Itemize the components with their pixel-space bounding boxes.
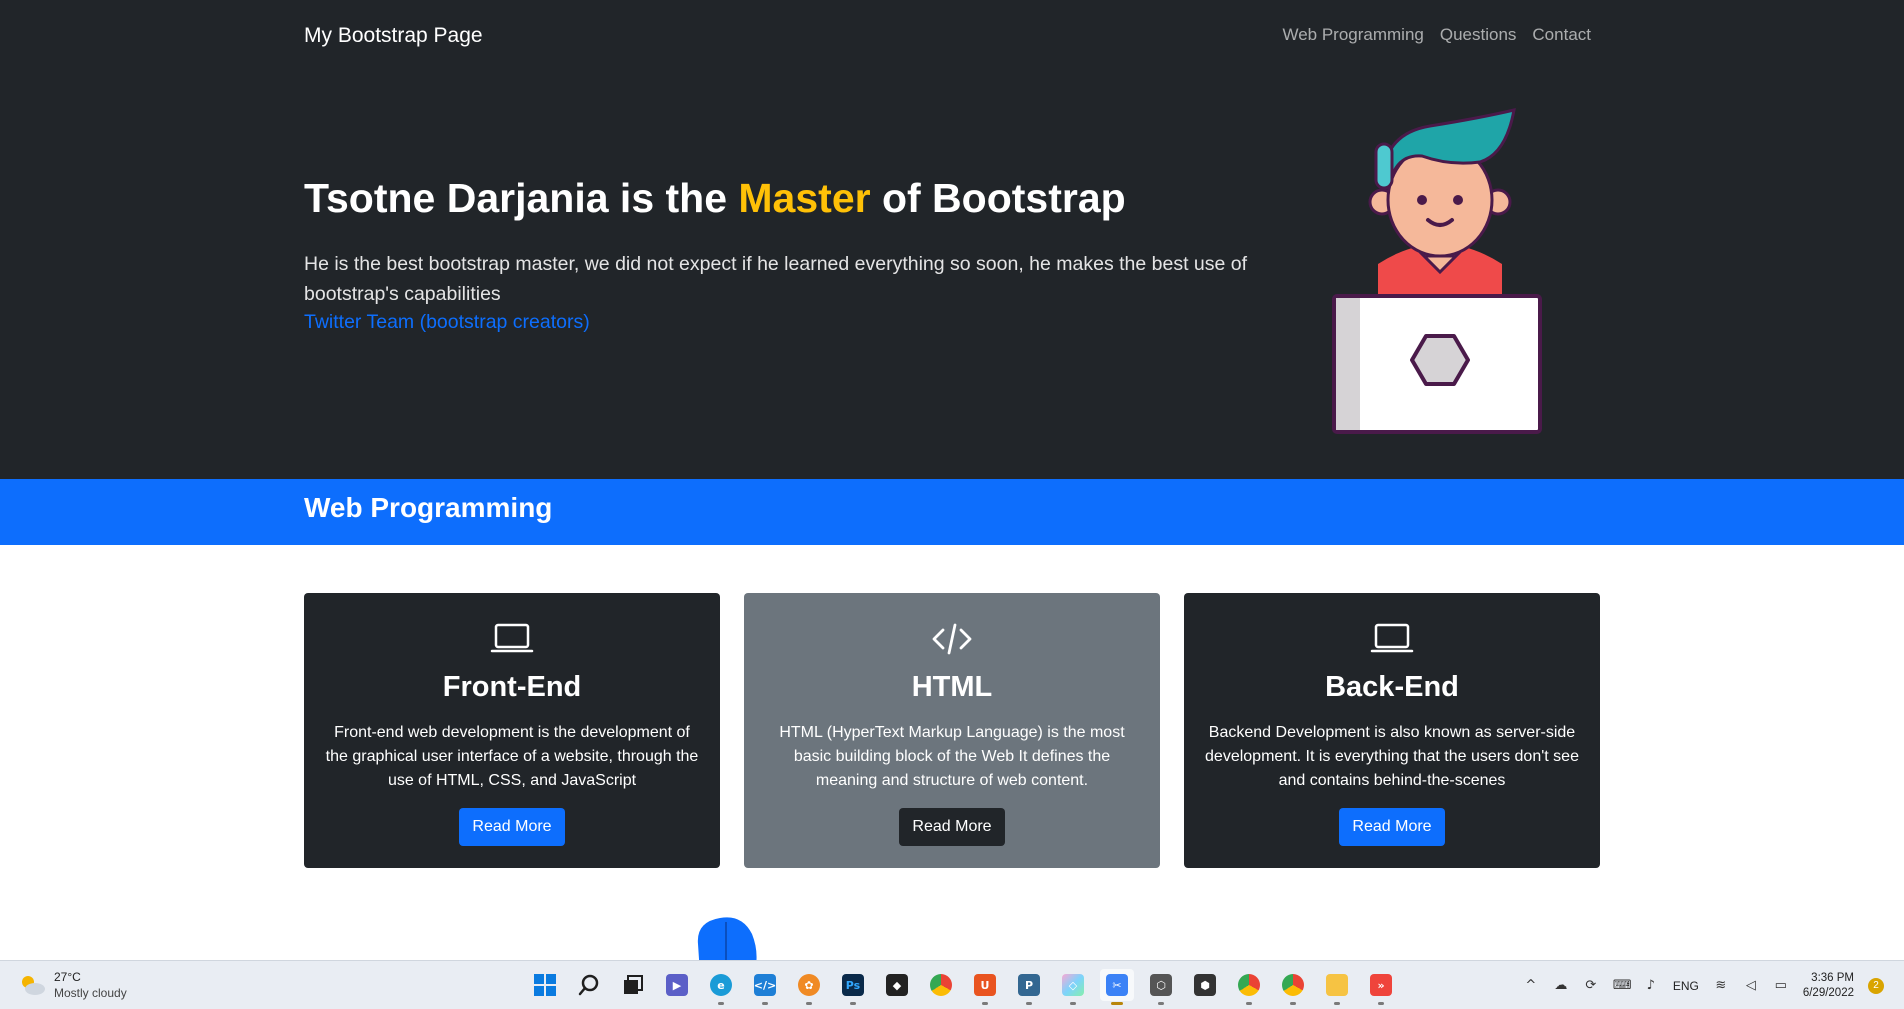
- battery-icon[interactable]: ▭: [1773, 978, 1789, 994]
- clock-date: 6/29/2022: [1802, 987, 1854, 999]
- nav-link-web-programming[interactable]: Web Programming: [1282, 25, 1423, 45]
- windows-start-icon[interactable]: [528, 969, 562, 1001]
- hero-link[interactable]: Twitter Team (bootstrap creators): [304, 311, 590, 334]
- card-title: Front-End: [442, 671, 582, 703]
- sourcetree-icon[interactable]: ◇: [1056, 969, 1090, 1005]
- hero-title: Tsotne Darjania is the Master of Bootstr…: [304, 175, 1126, 222]
- weather-temperature: 27°C: [54, 970, 81, 984]
- chrome-profile-icon[interactable]: [1232, 969, 1266, 1005]
- navbar-links: Web Programming Questions Contact: [1282, 25, 1591, 45]
- chat-icon[interactable]: ▶: [660, 969, 694, 1001]
- section-header: Web Programming: [0, 479, 1904, 545]
- weather-widget[interactable]: 27°C Mostly cloudy: [18, 969, 127, 1001]
- system-tray: ^ ☁ ⟳ ⌨ ♪ ENG ≋ ◁ ▭ 3:36 PM 6/29/2022 2: [1523, 971, 1884, 1001]
- taskbar-apps: ▶ e </> ✿ Ps ◆ U P ◇ ✂ ⬡ ⬢ »: [528, 969, 1398, 1005]
- weather-text: 27°C Mostly cloudy: [54, 969, 127, 1001]
- read-more-button[interactable]: Read More: [1339, 808, 1445, 846]
- weather-condition: Mostly cloudy: [54, 986, 127, 1000]
- postgresql-icon[interactable]: P: [1012, 969, 1046, 1005]
- vscode-icon[interactable]: </>: [748, 969, 782, 1005]
- nav-link-contact[interactable]: Contact: [1532, 25, 1591, 45]
- file-explorer-icon[interactable]: [1320, 969, 1354, 1005]
- card-html: HTML HTML (HyperText Markup Language) is…: [744, 593, 1160, 868]
- search-icon[interactable]: [572, 969, 606, 1001]
- snipping-tool-icon[interactable]: ✂: [1100, 969, 1134, 1005]
- wifi-icon[interactable]: ≋: [1713, 978, 1729, 994]
- microphone-icon[interactable]: ♪: [1643, 978, 1659, 994]
- sync-icon[interactable]: ⟳: [1583, 978, 1599, 994]
- notification-badge[interactable]: 2: [1868, 978, 1884, 994]
- hero-description: He is the best bootstrap master, we did …: [304, 253, 1248, 305]
- card-text: Front-end web development is the develop…: [325, 724, 699, 789]
- nav-link-questions[interactable]: Questions: [1440, 25, 1517, 45]
- card-text: Backend Development is also known as ser…: [1205, 724, 1579, 789]
- chrome-icon[interactable]: [924, 969, 958, 1001]
- anydesk-icon[interactable]: »: [1364, 969, 1398, 1005]
- card-title: Back-End: [1325, 671, 1459, 703]
- photoshop-icon[interactable]: Ps: [836, 969, 870, 1005]
- ubuntu-icon[interactable]: U: [968, 969, 1002, 1005]
- clock-time: 3:36 PM: [1811, 972, 1854, 984]
- code-slash-icon: [932, 623, 972, 655]
- edge-icon[interactable]: e: [704, 969, 738, 1005]
- blender-icon[interactable]: ⬢: [1188, 969, 1222, 1001]
- read-more-button[interactable]: Read More: [459, 808, 565, 846]
- card-front-end: Front-End Front-end web development is t…: [304, 593, 720, 868]
- windows-taskbar: 27°C Mostly cloudy ▶ e </> ✿ Ps ◆ U P ◇ …: [0, 960, 1904, 1009]
- unity-hub-icon[interactable]: ⬡: [1144, 969, 1178, 1005]
- chrome-profile-icon[interactable]: [1276, 969, 1310, 1005]
- fl-studio-icon[interactable]: ✿: [792, 969, 826, 1005]
- section-title: Web Programming: [304, 492, 553, 523]
- navbar-brand[interactable]: My Bootstrap Page: [304, 24, 483, 48]
- onedrive-icon[interactable]: ☁: [1553, 978, 1569, 994]
- laptop-icon: [1370, 623, 1414, 653]
- hero-section: My Bootstrap Page Web Programming Questi…: [0, 0, 1904, 479]
- read-more-button[interactable]: Read More: [899, 808, 1005, 846]
- hero-title-start: Tsotne Darjania is the: [304, 175, 739, 221]
- hero-title-end: of Bootstrap: [870, 175, 1126, 221]
- volume-icon[interactable]: ◁: [1743, 978, 1759, 994]
- card-text: HTML (HyperText Markup Language) is the …: [779, 724, 1125, 789]
- language-indicator[interactable]: ENG: [1673, 979, 1699, 993]
- card-back-end: Back-End Backend Development is also kno…: [1184, 593, 1600, 868]
- hero-title-accent: Master: [738, 175, 871, 221]
- card-title: HTML: [911, 671, 993, 703]
- partly-cloudy-icon: [22, 976, 45, 995]
- clock[interactable]: 3:36 PM 6/29/2022: [1803, 971, 1854, 1001]
- developer-illustration: [1332, 108, 1542, 434]
- unity-icon[interactable]: ◆: [880, 969, 914, 1001]
- decorative-blob: [697, 917, 757, 960]
- task-view-icon[interactable]: [616, 969, 650, 1001]
- keyboard-icon[interactable]: ⌨: [1613, 978, 1632, 994]
- chevron-up-icon[interactable]: ^: [1523, 978, 1539, 994]
- browser-page: My Bootstrap Page Web Programming Questi…: [0, 0, 1904, 960]
- laptop-icon: [490, 623, 534, 653]
